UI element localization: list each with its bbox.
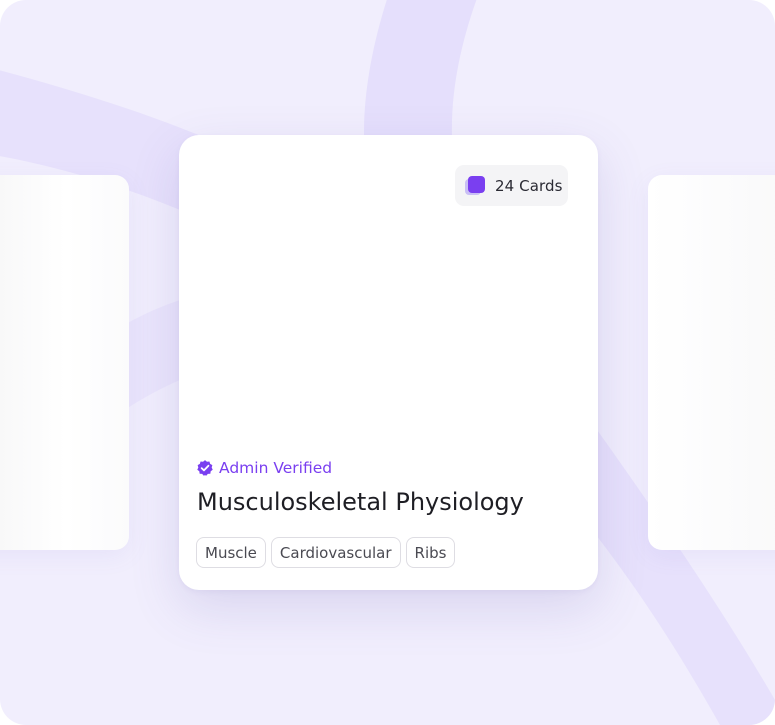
next-deck-card[interactable] [648, 175, 775, 550]
carousel-stage: 24 Cards Admin Verified Musculoskeletal … [0, 0, 775, 725]
tag-chip[interactable]: Ribs [405, 537, 456, 568]
tag-chip[interactable]: Muscle [196, 537, 266, 568]
verified-label: Admin Verified [219, 459, 333, 477]
verified-status: Admin Verified [196, 459, 332, 477]
card-count-badge: 24 Cards [455, 165, 568, 206]
verified-badge-icon [197, 460, 213, 476]
deck-card[interactable]: 24 Cards Admin Verified Musculoskeletal … [179, 135, 598, 590]
previous-deck-card[interactable] [0, 175, 129, 550]
card-count-label: 24 Cards [495, 176, 563, 195]
deck-title: Musculoskeletal Physiology [197, 488, 524, 516]
tag-list: Muscle Cardiovascular Ribs [196, 537, 460, 568]
tag-chip[interactable]: Cardiovascular [270, 537, 401, 568]
card-stack-icon [465, 175, 487, 197]
